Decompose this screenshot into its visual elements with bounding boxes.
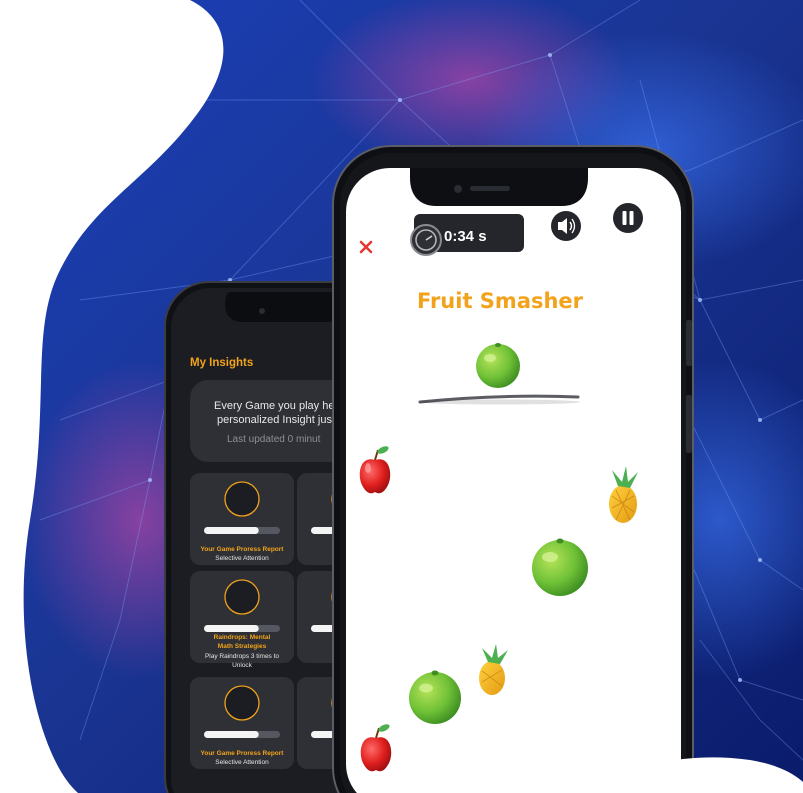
front-phone: 0:34 s Fruit Smasher	[332, 145, 694, 793]
insight-progress-fill	[204, 731, 259, 738]
insight-card-title: Raindrops: Mental	[214, 634, 271, 641]
insight-progress-fill	[204, 625, 259, 632]
insight-card-subtitle: Unlock	[232, 662, 253, 669]
insight-card-title: Math Strategies	[218, 643, 267, 650]
insight-card[interactable]: Your Game Proress Report Selective Attent…	[190, 473, 294, 565]
insight-card[interactable]: Your Game Proress Report Selective Attent…	[190, 677, 294, 769]
pause-button[interactable]	[613, 203, 643, 233]
timer-pill: 0:34 s	[410, 214, 524, 256]
insights-title: My Insights	[190, 357, 253, 369]
insight-card-subtitle: Selective Attention	[215, 555, 269, 562]
insights-info-line2: personalized Insight just	[217, 414, 335, 426]
insights-info-line1: Every Game you play hel	[214, 400, 337, 412]
insight-card[interactable]: Raindrops: Mental Math Strategies Play Rai…	[190, 571, 294, 669]
insights-last-updated: Last updated 0 minut	[227, 434, 321, 445]
insight-card-subtitle: Selective Attention	[215, 759, 269, 766]
promo-scene: My Insights Every Game you play hel pers…	[23, 0, 803, 793]
sound-button[interactable]	[551, 211, 581, 241]
insight-ring	[224, 685, 260, 721]
insight-card-title: Your Game Proress Report	[201, 546, 285, 553]
insight-card-title: Your Game Proress Report	[201, 750, 285, 757]
insight-card-subtitle: Play Raindrops 3 times to	[205, 653, 279, 660]
insight-progress-fill	[204, 527, 259, 534]
timer-label: 0:34 s	[444, 228, 487, 245]
game-title: Fruit Smasher	[417, 289, 584, 313]
insight-ring	[224, 481, 260, 517]
insight-ring	[224, 579, 260, 615]
